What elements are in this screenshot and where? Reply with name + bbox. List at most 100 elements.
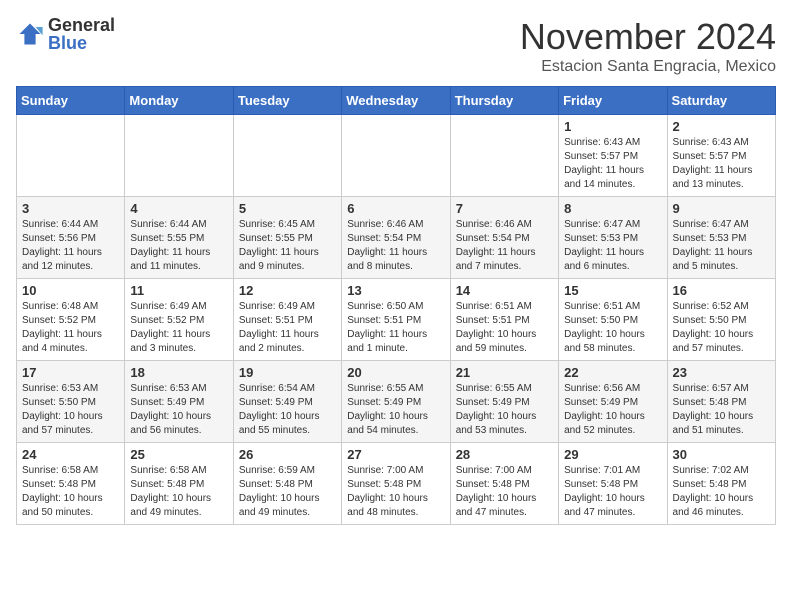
day-info: Sunrise: 6:54 AM Sunset: 5:49 PM Dayligh…: [239, 382, 336, 438]
calendar-week-row: 3 Sunrise: 6:44 AM Sunset: 5:56 PM Daylig…: [17, 197, 776, 279]
day-info: Sunrise: 6:51 AM Sunset: 5:50 PM Dayligh…: [564, 300, 661, 356]
calendar-day-cell: 16 Sunrise: 6:52 AM Sunset: 5:50 PM Dayli…: [667, 279, 775, 361]
day-info: Sunrise: 6:44 AM Sunset: 5:56 PM Dayligh…: [22, 218, 119, 274]
day-info: Sunrise: 6:49 AM Sunset: 5:51 PM Dayligh…: [239, 300, 336, 356]
day-info: Sunrise: 6:43 AM Sunset: 5:57 PM Dayligh…: [564, 136, 661, 192]
day-number: 30: [673, 447, 770, 462]
day-info: Sunrise: 6:50 AM Sunset: 5:51 PM Dayligh…: [347, 300, 444, 356]
day-info: Sunrise: 6:53 AM Sunset: 5:49 PM Dayligh…: [130, 382, 227, 438]
day-info: Sunrise: 6:48 AM Sunset: 5:52 PM Dayligh…: [22, 300, 119, 356]
calendar-day-cell: 27 Sunrise: 7:00 AM Sunset: 5:48 PM Dayli…: [342, 443, 450, 525]
calendar-day-cell: 8Sunrise: 6:47 AM Sunset: 5:53 PM Daylig…: [559, 197, 667, 279]
day-info: Sunrise: 6:58 AM Sunset: 5:48 PM Dayligh…: [22, 464, 119, 520]
calendar-day-cell: [17, 115, 125, 197]
calendar-day-cell: 17 Sunrise: 6:53 AM Sunset: 5:50 PM Dayli…: [17, 361, 125, 443]
calendar-day-cell: 28 Sunrise: 7:00 AM Sunset: 5:48 PM Dayli…: [450, 443, 558, 525]
day-number: 3: [22, 201, 119, 216]
day-number: 24: [22, 447, 119, 462]
day-number: 29: [564, 447, 661, 462]
weekday-header-row: SundayMondayTuesdayWednesdayThursdayFrid…: [17, 87, 776, 115]
calendar-day-cell: 9Sunrise: 6:47 AM Sunset: 5:53 PM Daylig…: [667, 197, 775, 279]
day-info: Sunrise: 6:52 AM Sunset: 5:50 PM Dayligh…: [673, 300, 770, 356]
calendar-week-row: 17 Sunrise: 6:53 AM Sunset: 5:50 PM Dayli…: [17, 361, 776, 443]
calendar-day-cell: 14Sunrise: 6:51 AM Sunset: 5:51 PM Dayli…: [450, 279, 558, 361]
day-number: 19: [239, 365, 336, 380]
day-number: 7: [456, 201, 553, 216]
calendar-day-cell: 19 Sunrise: 6:54 AM Sunset: 5:49 PM Dayli…: [233, 361, 341, 443]
day-number: 23: [673, 365, 770, 380]
day-info: Sunrise: 6:46 AM Sunset: 5:54 PM Dayligh…: [347, 218, 444, 274]
day-number: 13: [347, 283, 444, 298]
calendar-day-cell: 20 Sunrise: 6:55 AM Sunset: 5:49 PM Dayli…: [342, 361, 450, 443]
calendar-table: SundayMondayTuesdayWednesdayThursdayFrid…: [16, 86, 776, 525]
day-number: 17: [22, 365, 119, 380]
calendar-day-cell: 26 Sunrise: 6:59 AM Sunset: 5:48 PM Dayli…: [233, 443, 341, 525]
day-info: Sunrise: 6:53 AM Sunset: 5:50 PM Dayligh…: [22, 382, 119, 438]
calendar-day-cell: 12 Sunrise: 6:49 AM Sunset: 5:51 PM Dayli…: [233, 279, 341, 361]
day-number: 14: [456, 283, 553, 298]
day-info: Sunrise: 6:55 AM Sunset: 5:49 PM Dayligh…: [456, 382, 553, 438]
day-info: Sunrise: 6:56 AM Sunset: 5:49 PM Dayligh…: [564, 382, 661, 438]
day-number: 28: [456, 447, 553, 462]
day-info: Sunrise: 6:55 AM Sunset: 5:49 PM Dayligh…: [347, 382, 444, 438]
day-number: 20: [347, 365, 444, 380]
day-info: Sunrise: 7:00 AM Sunset: 5:48 PM Dayligh…: [456, 464, 553, 520]
day-info: Sunrise: 7:00 AM Sunset: 5:48 PM Dayligh…: [347, 464, 444, 520]
calendar-day-cell: 1Sunrise: 6:43 AM Sunset: 5:57 PM Daylig…: [559, 115, 667, 197]
calendar-day-cell: 4 Sunrise: 6:44 AM Sunset: 5:55 PM Daylig…: [125, 197, 233, 279]
weekday-header-cell: Saturday: [667, 87, 775, 115]
weekday-header-cell: Monday: [125, 87, 233, 115]
day-number: 4: [130, 201, 227, 216]
day-info: Sunrise: 6:57 AM Sunset: 5:48 PM Dayligh…: [673, 382, 770, 438]
calendar-day-cell: 7 Sunrise: 6:46 AM Sunset: 5:54 PM Daylig…: [450, 197, 558, 279]
day-info: Sunrise: 6:58 AM Sunset: 5:48 PM Dayligh…: [130, 464, 227, 520]
calendar-day-cell: 21 Sunrise: 6:55 AM Sunset: 5:49 PM Dayli…: [450, 361, 558, 443]
day-info: Sunrise: 6:45 AM Sunset: 5:55 PM Dayligh…: [239, 218, 336, 274]
page-header: General Blue November 2024 Estacion Sant…: [16, 16, 776, 76]
calendar-day-cell: 23 Sunrise: 6:57 AM Sunset: 5:48 PM Dayli…: [667, 361, 775, 443]
logo-general-text: General: [48, 16, 115, 34]
day-info: Sunrise: 7:01 AM Sunset: 5:48 PM Dayligh…: [564, 464, 661, 520]
calendar-day-cell: [125, 115, 233, 197]
calendar-day-cell: [233, 115, 341, 197]
calendar-day-cell: 25 Sunrise: 6:58 AM Sunset: 5:48 PM Dayli…: [125, 443, 233, 525]
day-number: 11: [130, 283, 227, 298]
day-info: Sunrise: 6:49 AM Sunset: 5:52 PM Dayligh…: [130, 300, 227, 356]
logo-blue-text: Blue: [48, 34, 115, 52]
day-number: 6: [347, 201, 444, 216]
day-info: Sunrise: 6:44 AM Sunset: 5:55 PM Dayligh…: [130, 218, 227, 274]
day-info: Sunrise: 6:46 AM Sunset: 5:54 PM Dayligh…: [456, 218, 553, 274]
calendar-day-cell: 11 Sunrise: 6:49 AM Sunset: 5:52 PM Dayli…: [125, 279, 233, 361]
weekday-header-cell: Thursday: [450, 87, 558, 115]
day-number: 21: [456, 365, 553, 380]
calendar-day-cell: 13 Sunrise: 6:50 AM Sunset: 5:51 PM Dayli…: [342, 279, 450, 361]
calendar-day-cell: [450, 115, 558, 197]
calendar-day-cell: 10 Sunrise: 6:48 AM Sunset: 5:52 PM Dayli…: [17, 279, 125, 361]
day-number: 16: [673, 283, 770, 298]
calendar-day-cell: 22Sunrise: 6:56 AM Sunset: 5:49 PM Dayli…: [559, 361, 667, 443]
day-number: 26: [239, 447, 336, 462]
day-number: 12: [239, 283, 336, 298]
day-number: 25: [130, 447, 227, 462]
calendar-day-cell: 3 Sunrise: 6:44 AM Sunset: 5:56 PM Daylig…: [17, 197, 125, 279]
calendar-week-row: 10 Sunrise: 6:48 AM Sunset: 5:52 PM Dayli…: [17, 279, 776, 361]
day-number: 27: [347, 447, 444, 462]
calendar-day-cell: 24 Sunrise: 6:58 AM Sunset: 5:48 PM Dayli…: [17, 443, 125, 525]
day-number: 2: [673, 119, 770, 134]
calendar-week-row: 1Sunrise: 6:43 AM Sunset: 5:57 PM Daylig…: [17, 115, 776, 197]
weekday-header-cell: Friday: [559, 87, 667, 115]
calendar-day-cell: 15Sunrise: 6:51 AM Sunset: 5:50 PM Dayli…: [559, 279, 667, 361]
title-area: November 2024 Estacion Santa Engracia, M…: [520, 16, 776, 76]
day-number: 10: [22, 283, 119, 298]
calendar-day-cell: 18Sunrise: 6:53 AM Sunset: 5:49 PM Dayli…: [125, 361, 233, 443]
weekday-header-cell: Sunday: [17, 87, 125, 115]
day-number: 5: [239, 201, 336, 216]
weekday-header-cell: Wednesday: [342, 87, 450, 115]
calendar-body: 1Sunrise: 6:43 AM Sunset: 5:57 PM Daylig…: [17, 115, 776, 525]
day-info: Sunrise: 6:47 AM Sunset: 5:53 PM Dayligh…: [673, 218, 770, 274]
logo-icon: [16, 20, 44, 48]
calendar-day-cell: 6 Sunrise: 6:46 AM Sunset: 5:54 PM Daylig…: [342, 197, 450, 279]
day-info: Sunrise: 7:02 AM Sunset: 5:48 PM Dayligh…: [673, 464, 770, 520]
day-info: Sunrise: 6:59 AM Sunset: 5:48 PM Dayligh…: [239, 464, 336, 520]
calendar-day-cell: 5 Sunrise: 6:45 AM Sunset: 5:55 PM Daylig…: [233, 197, 341, 279]
